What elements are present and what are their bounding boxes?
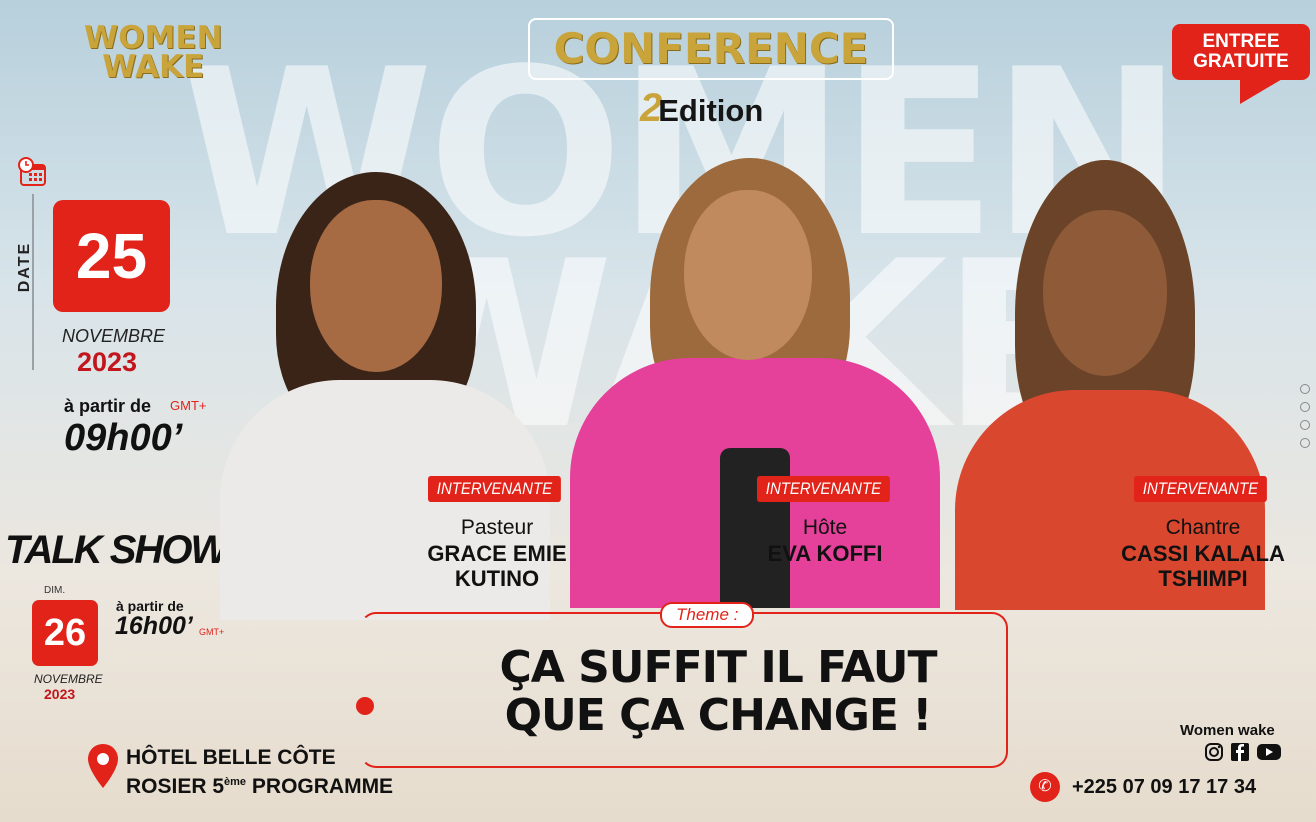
talk-show-gmt: GMT+ bbox=[199, 627, 225, 637]
talk-show-title: TALK SHOW bbox=[5, 528, 228, 572]
free-entry-line-1: ENTREE bbox=[1202, 31, 1280, 52]
location-pin-icon bbox=[88, 744, 118, 788]
speaker-2-badge: INTERVENANTE bbox=[757, 476, 890, 502]
free-entry-badge: ENTREE GRATUITE bbox=[1172, 24, 1310, 80]
talk-show-year: 2023 bbox=[44, 686, 76, 702]
main-from-label: à partir de bbox=[64, 396, 152, 416]
conference-title-box: CONFERENCE bbox=[528, 18, 894, 80]
youtube-icon[interactable] bbox=[1256, 742, 1282, 762]
instagram-icon[interactable] bbox=[1204, 742, 1224, 762]
speaker-1-name: GRACE EMIE KUTINO bbox=[402, 541, 592, 591]
event-poster: WOMEN WAKE WOMEN WAKE CONFERENCE 2Editio… bbox=[0, 0, 1316, 822]
talk-show-weekday: DIM. bbox=[44, 585, 66, 596]
edition-text: Edition bbox=[658, 93, 764, 128]
speech-bubble-tail bbox=[1240, 78, 1284, 104]
venue-line-2: ROSIER 5ème PROGRAMME bbox=[126, 770, 393, 799]
speaker-3-role: Chantre bbox=[1165, 516, 1241, 539]
brand-label: Women wake bbox=[1180, 722, 1275, 739]
theme-tag: Theme : bbox=[660, 602, 755, 628]
theme-text: ÇA SUFFIT IL FAUT QUE ÇA CHANGE ! bbox=[440, 644, 996, 740]
venue-line-2-sup: ème bbox=[224, 776, 247, 788]
theme-line-1: ÇA SUFFIT IL FAUT bbox=[499, 642, 937, 693]
speaker-1-badge: INTERVENANTE bbox=[428, 476, 561, 502]
venue-line-1: HÔTEL BELLE CÔTE bbox=[126, 746, 336, 769]
phone-icon: ✆ bbox=[1030, 772, 1060, 802]
theme-line-2: QUE ÇA CHANGE ! bbox=[504, 690, 933, 741]
conference-title: CONFERENCE bbox=[553, 24, 869, 73]
facebook-icon[interactable] bbox=[1230, 742, 1250, 762]
twitter-icon[interactable] bbox=[1300, 384, 1310, 394]
speaker-3-badge: INTERVENANTE bbox=[1134, 476, 1267, 502]
edition-label: 2Edition bbox=[640, 86, 763, 131]
phone-number[interactable]: +225 07 09 17 17 34 bbox=[1072, 776, 1256, 799]
talk-show-month: NOVEMBRE bbox=[34, 672, 103, 686]
main-time: 09h00’ bbox=[64, 417, 183, 459]
free-entry-line-2: GRATUITE bbox=[1193, 51, 1289, 72]
main-day: 25 bbox=[53, 200, 170, 312]
speaker-3-name: CASSI KALALA TSHIMPI bbox=[1100, 541, 1306, 591]
speaker-3-name-line-1: CASSI KALALA bbox=[1121, 541, 1285, 566]
theme-dot bbox=[356, 697, 374, 715]
tiktok-icon[interactable] bbox=[1300, 420, 1310, 430]
speaker-1-role: Pasteur bbox=[460, 516, 534, 539]
main-year: 2023 bbox=[77, 347, 138, 377]
speaker-2-name-line-1: EVA KOFFI bbox=[767, 541, 883, 566]
venue-line-2-pre: ROSIER 5 bbox=[126, 775, 225, 798]
pinterest-icon[interactable] bbox=[1300, 402, 1310, 412]
side-social-icons bbox=[1300, 384, 1312, 456]
venue: HÔTEL BELLE CÔTE ROSIER 5ème PROGRAMME bbox=[126, 746, 393, 799]
speaker-1-name-line-2: KUTINO bbox=[454, 566, 540, 591]
talk-show-day: 26 bbox=[32, 600, 98, 666]
main-month: NOVEMBRE bbox=[62, 326, 166, 346]
talk-show-time: 16h00’ bbox=[115, 612, 193, 640]
whatsapp-icon[interactable] bbox=[1300, 438, 1310, 448]
speaker-1-name-line-1: GRACE EMIE bbox=[427, 541, 567, 566]
women-wake-logo: WOMEN WAKE bbox=[84, 23, 223, 85]
venue-line-2-post: PROGRAMME bbox=[246, 775, 394, 798]
date-label: DATE bbox=[16, 241, 34, 293]
speaker-3-name-line-2: TSHIMPI bbox=[1158, 566, 1248, 591]
speaker-2-name: EVA KOFFI bbox=[730, 541, 920, 566]
calendar-clock-icon bbox=[18, 157, 46, 186]
speaker-2-role: Hôte bbox=[802, 516, 848, 539]
logo-line-2: WAKE bbox=[102, 49, 205, 85]
